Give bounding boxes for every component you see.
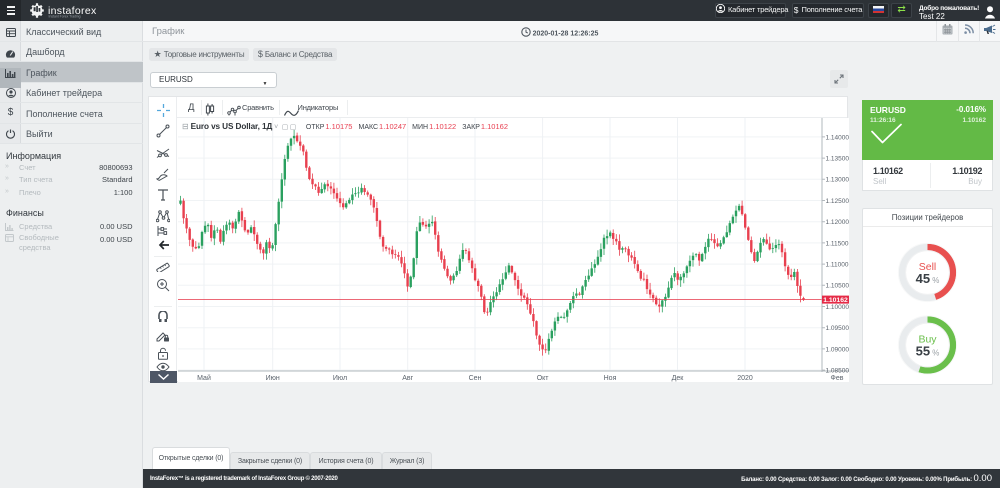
svg-text:Авг: Авг [402,375,413,382]
svg-text:Май: Май [197,374,211,382]
svg-text:Июл: Июл [332,375,346,382]
svg-text:1.08500: 1.08500 [825,368,849,375]
svg-text:Сен: Сен [468,375,481,382]
svg-text:1.12000: 1.12000 [825,219,849,226]
svg-text:Окт: Окт [536,375,549,382]
svg-text:1.13000: 1.13000 [825,177,849,184]
svg-text:Ноя: Ноя [603,375,616,382]
svg-text:Дек: Дек [671,375,684,382]
svg-text:1.11000: 1.11000 [825,262,848,269]
svg-text:Фев: Фев [830,375,843,382]
svg-text:1.11500: 1.11500 [825,240,848,247]
svg-text:2020: 2020 [737,375,753,382]
svg-text:1.09000: 1.09000 [825,346,849,353]
svg-text:55 %: 55 % [916,343,940,358]
svg-text:1.12500: 1.12500 [825,198,849,205]
svg-text:1.09500: 1.09500 [825,325,849,332]
svg-text:1.10162: 1.10162 [823,297,848,304]
svg-text:45 %: 45 % [916,271,940,286]
svg-text:1.10500: 1.10500 [825,283,849,290]
svg-text:1.10000: 1.10000 [825,304,849,311]
svg-text:1.14000: 1.14000 [825,134,849,141]
svg-text:Instant Forex Trading: Instant Forex Trading [49,15,81,19]
svg-text:Июн: Июн [265,375,279,382]
svg-text:1.13500: 1.13500 [825,156,849,163]
